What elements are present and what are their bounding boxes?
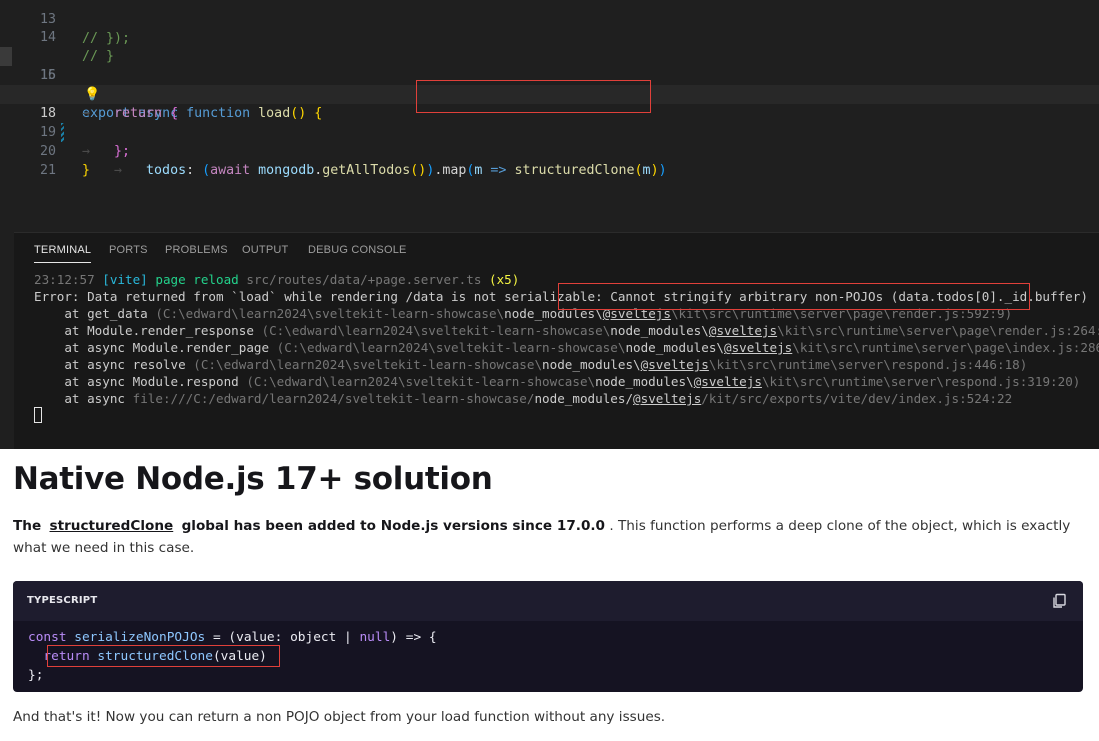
stack-frame: at async Module.respond (C:\edward\learn… [64, 374, 1081, 389]
bottom-panel: TERMINAL PORTS PROBLEMS OUTPUT DEBUG CON… [14, 232, 1099, 449]
tab-debug-console[interactable]: DEBUG CONSOLE [308, 244, 407, 256]
ide-window: 13 // }); 14 // } 15 16 export async fun… [0, 0, 1099, 449]
code-block-header: TYPESCRIPT [13, 581, 1083, 621]
line-number: 21 [39, 163, 56, 178]
copy-icon[interactable] [1051, 593, 1067, 609]
article-section: Native Node.js 17+ solution The structur… [0, 449, 1099, 741]
tab-ports[interactable]: PORTS [109, 244, 148, 256]
stack-frame: at Module.render_response (C:\edward\lea… [64, 323, 1099, 338]
code-line: 20 } [0, 123, 1099, 178]
highlight-annotation-box [47, 645, 280, 667]
article-paragraph: The structuredClone global has been adde… [13, 518, 1071, 556]
highlight-annotation-box [416, 80, 651, 113]
panel-tabs: TERMINAL PORTS PROBLEMS OUTPUT DEBUG CON… [14, 233, 1099, 269]
tab-problems[interactable]: PROBLEMS [165, 244, 228, 256]
inline-code: structuredClone [49, 518, 174, 534]
closing-paragraph: And that's it! Now you can return a non … [13, 709, 666, 725]
lightbulb-icon[interactable]: 💡 [84, 85, 100, 104]
stack-frame: at async resolve (C:\edward\learn2024\sv… [64, 357, 1028, 372]
code-line: }; [28, 668, 44, 683]
stack-frame: at async Module.render_page (C:\edward\l… [64, 340, 1099, 355]
tab-output[interactable]: OUTPUT [242, 244, 288, 256]
code-line: 15 [0, 28, 1099, 83]
terminal-line: 23:12:57 [vite] page reload src/routes/d… [34, 272, 520, 287]
code-line: 21 [0, 142, 1099, 178]
line-text: } [82, 163, 91, 178]
stack-frame: at async file:///C:/edward/learn2024/sve… [64, 391, 1013, 406]
terminal-cursor [34, 407, 42, 423]
section-heading: Native Node.js 17+ solution [13, 461, 493, 497]
tab-terminal[interactable]: TERMINAL [34, 244, 92, 263]
code-line: 14 // } [0, 9, 1099, 64]
code-editor[interactable]: 13 // }); 14 // } 15 16 export async fun… [0, 0, 1099, 232]
line-text: → todos: (await mongodb.getAllTodos()).m… [82, 163, 667, 178]
code-line: 16 export async function load() { [0, 47, 1099, 121]
code-block: TYPESCRIPT const serializeNonPOJOs = (va… [13, 581, 1083, 692]
code-language-label: TYPESCRIPT [27, 595, 98, 606]
highlight-annotation-box [558, 283, 1030, 310]
